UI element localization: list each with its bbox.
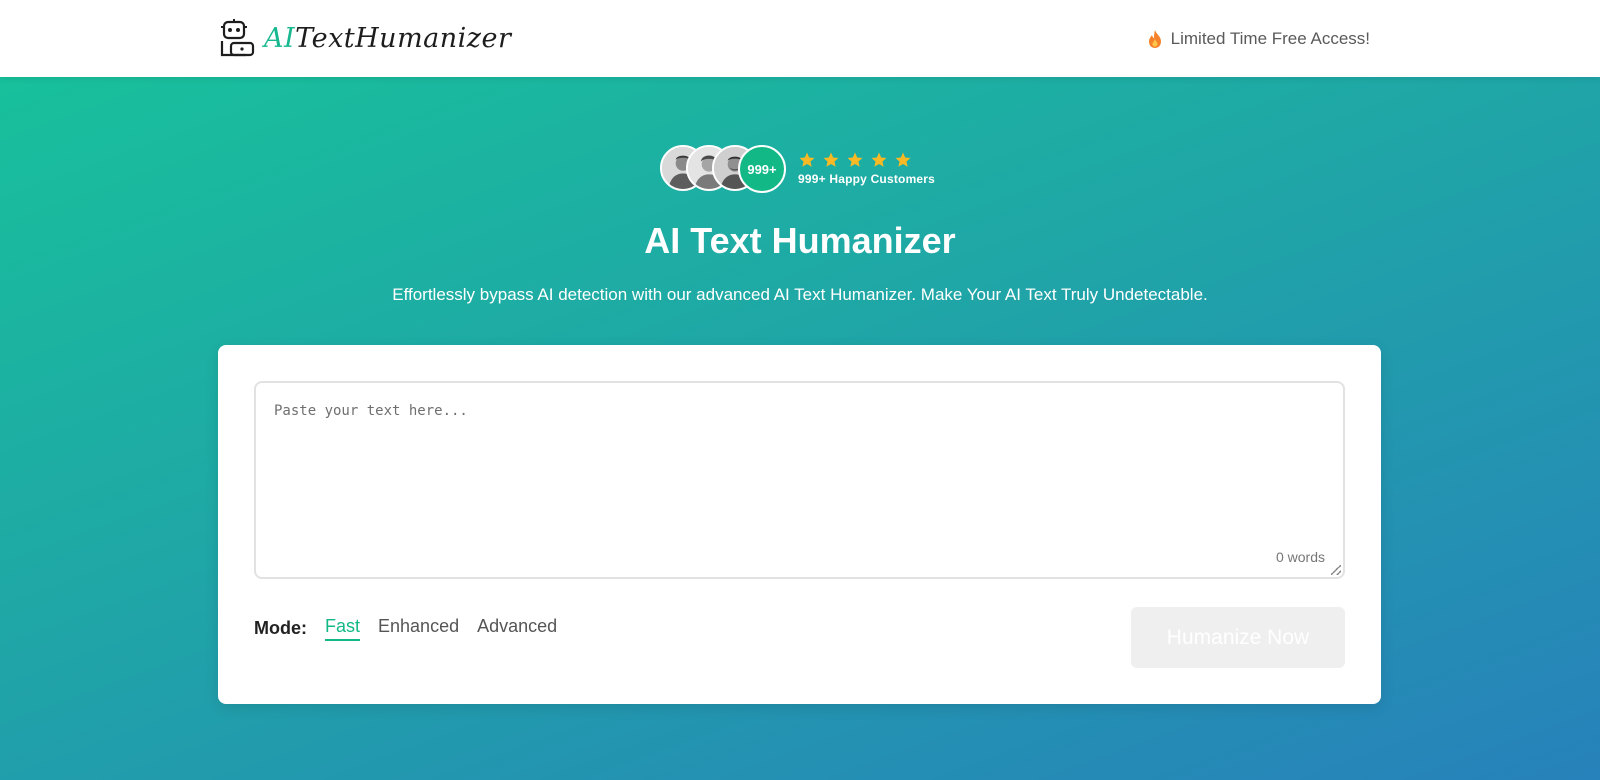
word-count: 0 words	[1275, 549, 1325, 565]
site-logo[interactable]: AITextHumanizer	[216, 16, 511, 60]
mode-option-fast[interactable]: Fast	[325, 616, 361, 641]
page-title: AI Text Humanizer	[644, 220, 956, 261]
humanize-now-button[interactable]: Humanize Now	[1131, 607, 1345, 668]
logo-wordmark: AITextHumanizer	[264, 23, 511, 54]
star-icon	[871, 152, 887, 167]
text-editor: 0 words	[254, 381, 1345, 579]
star-rating	[798, 151, 935, 169]
customer-count-badge: 999+	[738, 145, 786, 193]
happy-customers-text: 999+ Happy Customers	[798, 171, 936, 186]
free-access-notice: Limited Time Free Access!	[1147, 26, 1370, 52]
star-icon	[823, 152, 839, 167]
mode-option-advanced[interactable]: Advanced	[477, 616, 557, 641]
flame-icon	[1148, 30, 1161, 48]
humanizer-card: 0 words Mode: Fast Enhanced Advanced Hum…	[218, 345, 1381, 704]
social-proof: 999+ 999+ Happy Customers	[660, 143, 935, 193]
resize-handle-icon[interactable]	[1331, 565, 1341, 575]
page-subtitle: Effortlessly bypass AI detection with ou…	[392, 285, 1208, 304]
star-icon	[799, 152, 815, 167]
star-icon	[895, 152, 911, 167]
text-input[interactable]	[256, 383, 1343, 577]
rating-block: 999+ Happy Customers	[798, 151, 935, 186]
logo-rest-text: TextHumanizer	[295, 22, 512, 54]
robot-logo-icon	[220, 19, 255, 57]
mode-label: Mode:	[254, 617, 307, 638]
star-icon	[847, 152, 863, 167]
free-access-text: Limited Time Free Access!	[1170, 29, 1370, 48]
customer-avatars: 999+	[660, 143, 790, 193]
mode-option-enhanced[interactable]: Enhanced	[378, 616, 459, 641]
logo-ai-text: AI	[264, 22, 296, 54]
mode-selector: Mode: Fast Enhanced Advanced	[254, 613, 557, 643]
top-navigation-bar: AITextHumanizer Limited Time Free Access…	[0, 0, 1600, 77]
